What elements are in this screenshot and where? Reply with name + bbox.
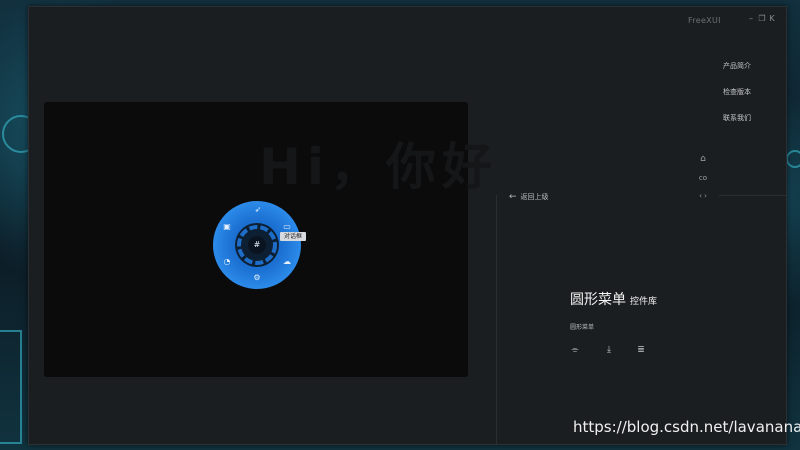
close-icon[interactable]: K	[768, 15, 776, 23]
menu-item-contact-us[interactable]: 联系我们	[723, 113, 751, 123]
back-label: 返回上级	[520, 193, 549, 201]
grid-icon[interactable]: #	[251, 239, 263, 251]
greeting-text: Hi，你好	[259, 138, 498, 196]
watermark-text: https://blog.csdn.net/lavanana	[573, 418, 800, 436]
title-bar[interactable]: FreeXUI – ❐ K	[29, 7, 786, 33]
open-folder-icon[interactable]: ⌯	[569, 344, 581, 356]
panel-caption: 圆形菜单	[570, 324, 595, 331]
top-menu: 产品简介 检查版本 联系我们	[723, 61, 751, 139]
send-icon[interactable]: ➶	[252, 204, 264, 216]
panel-title: 圆形菜单 控件库	[570, 289, 657, 309]
minus-icon[interactable]: –	[747, 15, 755, 23]
list-icon[interactable]: ≣	[635, 344, 647, 356]
app-window: FreeXUI – ❐ K 产品简介 检查版本 联系我们 ⌂ ᴄᴏ ‹ › Hi…	[28, 6, 787, 445]
radial-menu: # ➶ ▭ ☁ ⚙ ◔ ▣	[212, 200, 302, 290]
camera-icon[interactable]: ▣	[221, 221, 233, 233]
pie-icon[interactable]: ◔	[221, 256, 233, 268]
download-icon[interactable]: ⤓	[603, 344, 615, 356]
background-ring-right	[786, 150, 800, 168]
radial-item-tooltip: 对话框	[280, 232, 307, 241]
arrows-icon[interactable]: ‹ ›	[697, 190, 709, 202]
panel-subtitle: 控件库	[630, 297, 658, 307]
restore-icon[interactable]: ❐	[758, 15, 766, 23]
back-button[interactable]: ← 返回上级	[509, 192, 549, 202]
home-icon[interactable]: ⌂	[697, 153, 709, 165]
menu-item-product-intro[interactable]: 产品简介	[723, 61, 751, 71]
cloud-icon[interactable]: ☁	[281, 256, 293, 268]
divider-vertical	[496, 195, 497, 444]
arrow-left-icon: ←	[509, 192, 517, 202]
preview-stage: Hi，你好 # ➶ ▭ ☁ ⚙ ◔ ▣	[44, 102, 492, 377]
panel-title-main: 圆形菜单	[570, 292, 626, 308]
link-icon[interactable]: ᴄᴏ	[697, 172, 709, 184]
menu-item-check-version[interactable]: 检查版本	[723, 87, 751, 97]
divider-horizontal	[719, 195, 786, 196]
settings-icon[interactable]: ⚙	[251, 272, 263, 284]
app-title: FreeXUI	[688, 16, 721, 25]
background-frame-left	[0, 330, 22, 444]
